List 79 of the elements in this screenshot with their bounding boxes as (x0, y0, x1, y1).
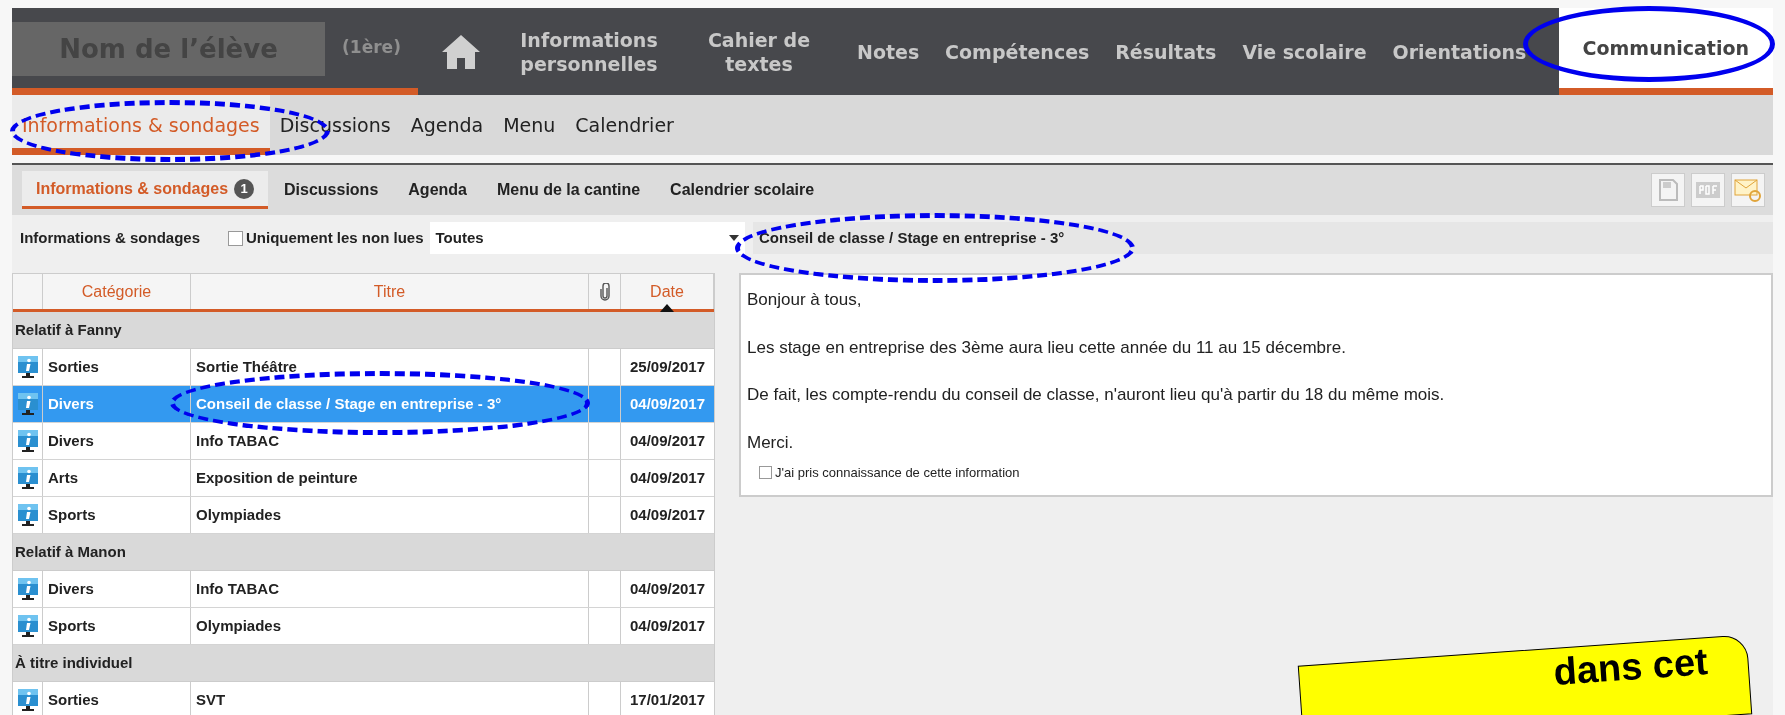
table-cell: Divers (43, 386, 191, 422)
nav-tab[interactable]: Résultats (1102, 8, 1230, 95)
table-cell: Sports (43, 497, 191, 533)
subnav-tab[interactable]: Calendrier (565, 95, 684, 155)
tab[interactable]: Agenda (394, 171, 481, 209)
count-badge: 1 (234, 178, 255, 199)
table-cell: Sorties (43, 682, 191, 715)
group-header[interactable]: Relatif à Manon (13, 534, 714, 571)
column-header[interactable]: Catégorie (81, 279, 152, 304)
table-cell-text: 04/09/2017 (628, 578, 707, 599)
nav-tab[interactable]: Compétences (932, 8, 1103, 95)
info-screen-icon (16, 688, 39, 712)
table-cell: Arts (43, 460, 191, 496)
caret-icon (729, 235, 739, 241)
table-cell-text: 04/09/2017 (628, 393, 707, 414)
info-screen-icon (16, 614, 39, 638)
table-cell-text: 04/09/2017 (628, 430, 707, 451)
table-cell: Olympiades (191, 608, 589, 644)
tab[interactable]: Menu de la cantine (482, 171, 655, 209)
message-paragraph: Bonjour à tous, (747, 289, 863, 311)
table-row[interactable]: Sports Olympiades 04/09/2017 (13, 497, 714, 534)
tab[interactable]: Calendrier scolaire (656, 171, 829, 209)
table-cell: Conseil de classe / Stage en entreprise - 3° (191, 386, 589, 422)
group-header[interactable]: Relatif à Fanny (13, 312, 714, 349)
group-header[interactable]: À titre individuel (13, 645, 714, 682)
unread-only-checkbox[interactable] (228, 230, 243, 246)
table-cell: Info TABAC (191, 423, 589, 459)
acknowledge-checkbox[interactable] (759, 466, 772, 480)
mail-icon[interactable] (1731, 173, 1765, 207)
tab[interactable]: Informations & sondages 1 (22, 171, 269, 209)
table-row[interactable]: Sports Olympiades 04/09/2017 (13, 608, 714, 645)
nav-tab[interactable]: Cahier de textes (674, 8, 844, 95)
nav-tab[interactable]: Vie scolaire (1229, 8, 1380, 95)
nav-tab[interactable]: Communication (1558, 8, 1773, 95)
subnav-tab[interactable]: Discussions (269, 95, 401, 155)
column-header[interactable]: Titre (373, 279, 406, 304)
column-header[interactable]: Date (650, 279, 684, 304)
table-cell-text: 17/01/2017 (628, 689, 707, 710)
tab[interactable]: Discussions (270, 171, 393, 209)
table-row[interactable]: Divers Info TABAC 04/09/2017 (13, 423, 714, 460)
table-cell-text: 04/09/2017 (628, 504, 707, 525)
table-cell: Divers (43, 423, 191, 459)
table-cell: Sorties (43, 349, 191, 385)
table-cell: Sports (43, 608, 191, 644)
table-cell: Divers (43, 571, 191, 607)
table-cell: Olympiades (191, 497, 589, 533)
table-cell-text: 04/09/2017 (628, 615, 707, 636)
info-screen-icon (16, 392, 39, 416)
info-screen-icon (16, 466, 39, 490)
paperclip-icon (599, 282, 610, 301)
info-screen-icon (16, 503, 39, 527)
checkbox-label: J'ai pris connaissance de cette information (775, 464, 1020, 482)
list-label: Informations & sondages (20, 227, 202, 248)
save-icon[interactable] (1651, 173, 1685, 207)
table-cell-text: 04/09/2017 (628, 467, 707, 488)
table-cell: Info TABAC (191, 571, 589, 607)
message-title: Conseil de classe / Stage en entreprise - 3° (753, 222, 1773, 254)
table-row[interactable]: Arts Exposition de peinture 04/09/2017 (13, 460, 714, 497)
student-class: (1ère) (341, 36, 402, 60)
message-paragraph: Merci. (747, 431, 795, 454)
table-cell: SVT (191, 682, 589, 715)
table-cell: Exposition de peinture (191, 460, 589, 496)
pdf-icon[interactable] (1691, 173, 1725, 207)
table-row[interactable]: Sorties Sortie Théâtre 25/09/2017 (13, 349, 714, 386)
info-screen-icon (16, 429, 39, 453)
table-row[interactable]: Divers Info TABAC 04/09/2017 (13, 571, 714, 608)
table-cell-text: 25/09/2017 (628, 356, 707, 377)
info-screen-icon (16, 355, 39, 379)
info-screen-icon (16, 577, 39, 601)
nav-tab[interactable]: Orientations (1379, 8, 1540, 95)
category-dropdown[interactable]: Toutes (429, 222, 745, 254)
subnav-tab[interactable]: Menu (493, 95, 566, 155)
table-cell: Sortie Théâtre (191, 349, 589, 385)
nav-tab[interactable]: Informations personnelles (504, 8, 674, 95)
message-paragraph: De fait, les compte-rendu du conseil de classe, n'auront lieu qu'à partir du 18 du même mois. (747, 384, 1446, 406)
checkbox-label: Uniquement les non lues (246, 227, 424, 248)
nav-tab[interactable]: Notes (844, 8, 933, 95)
subnav-tab[interactable]: Agenda (400, 95, 494, 155)
message-paragraph: Les stage en entreprise des 3ème aura lieu cette année du 11 au 15 décembre. (747, 336, 1347, 359)
